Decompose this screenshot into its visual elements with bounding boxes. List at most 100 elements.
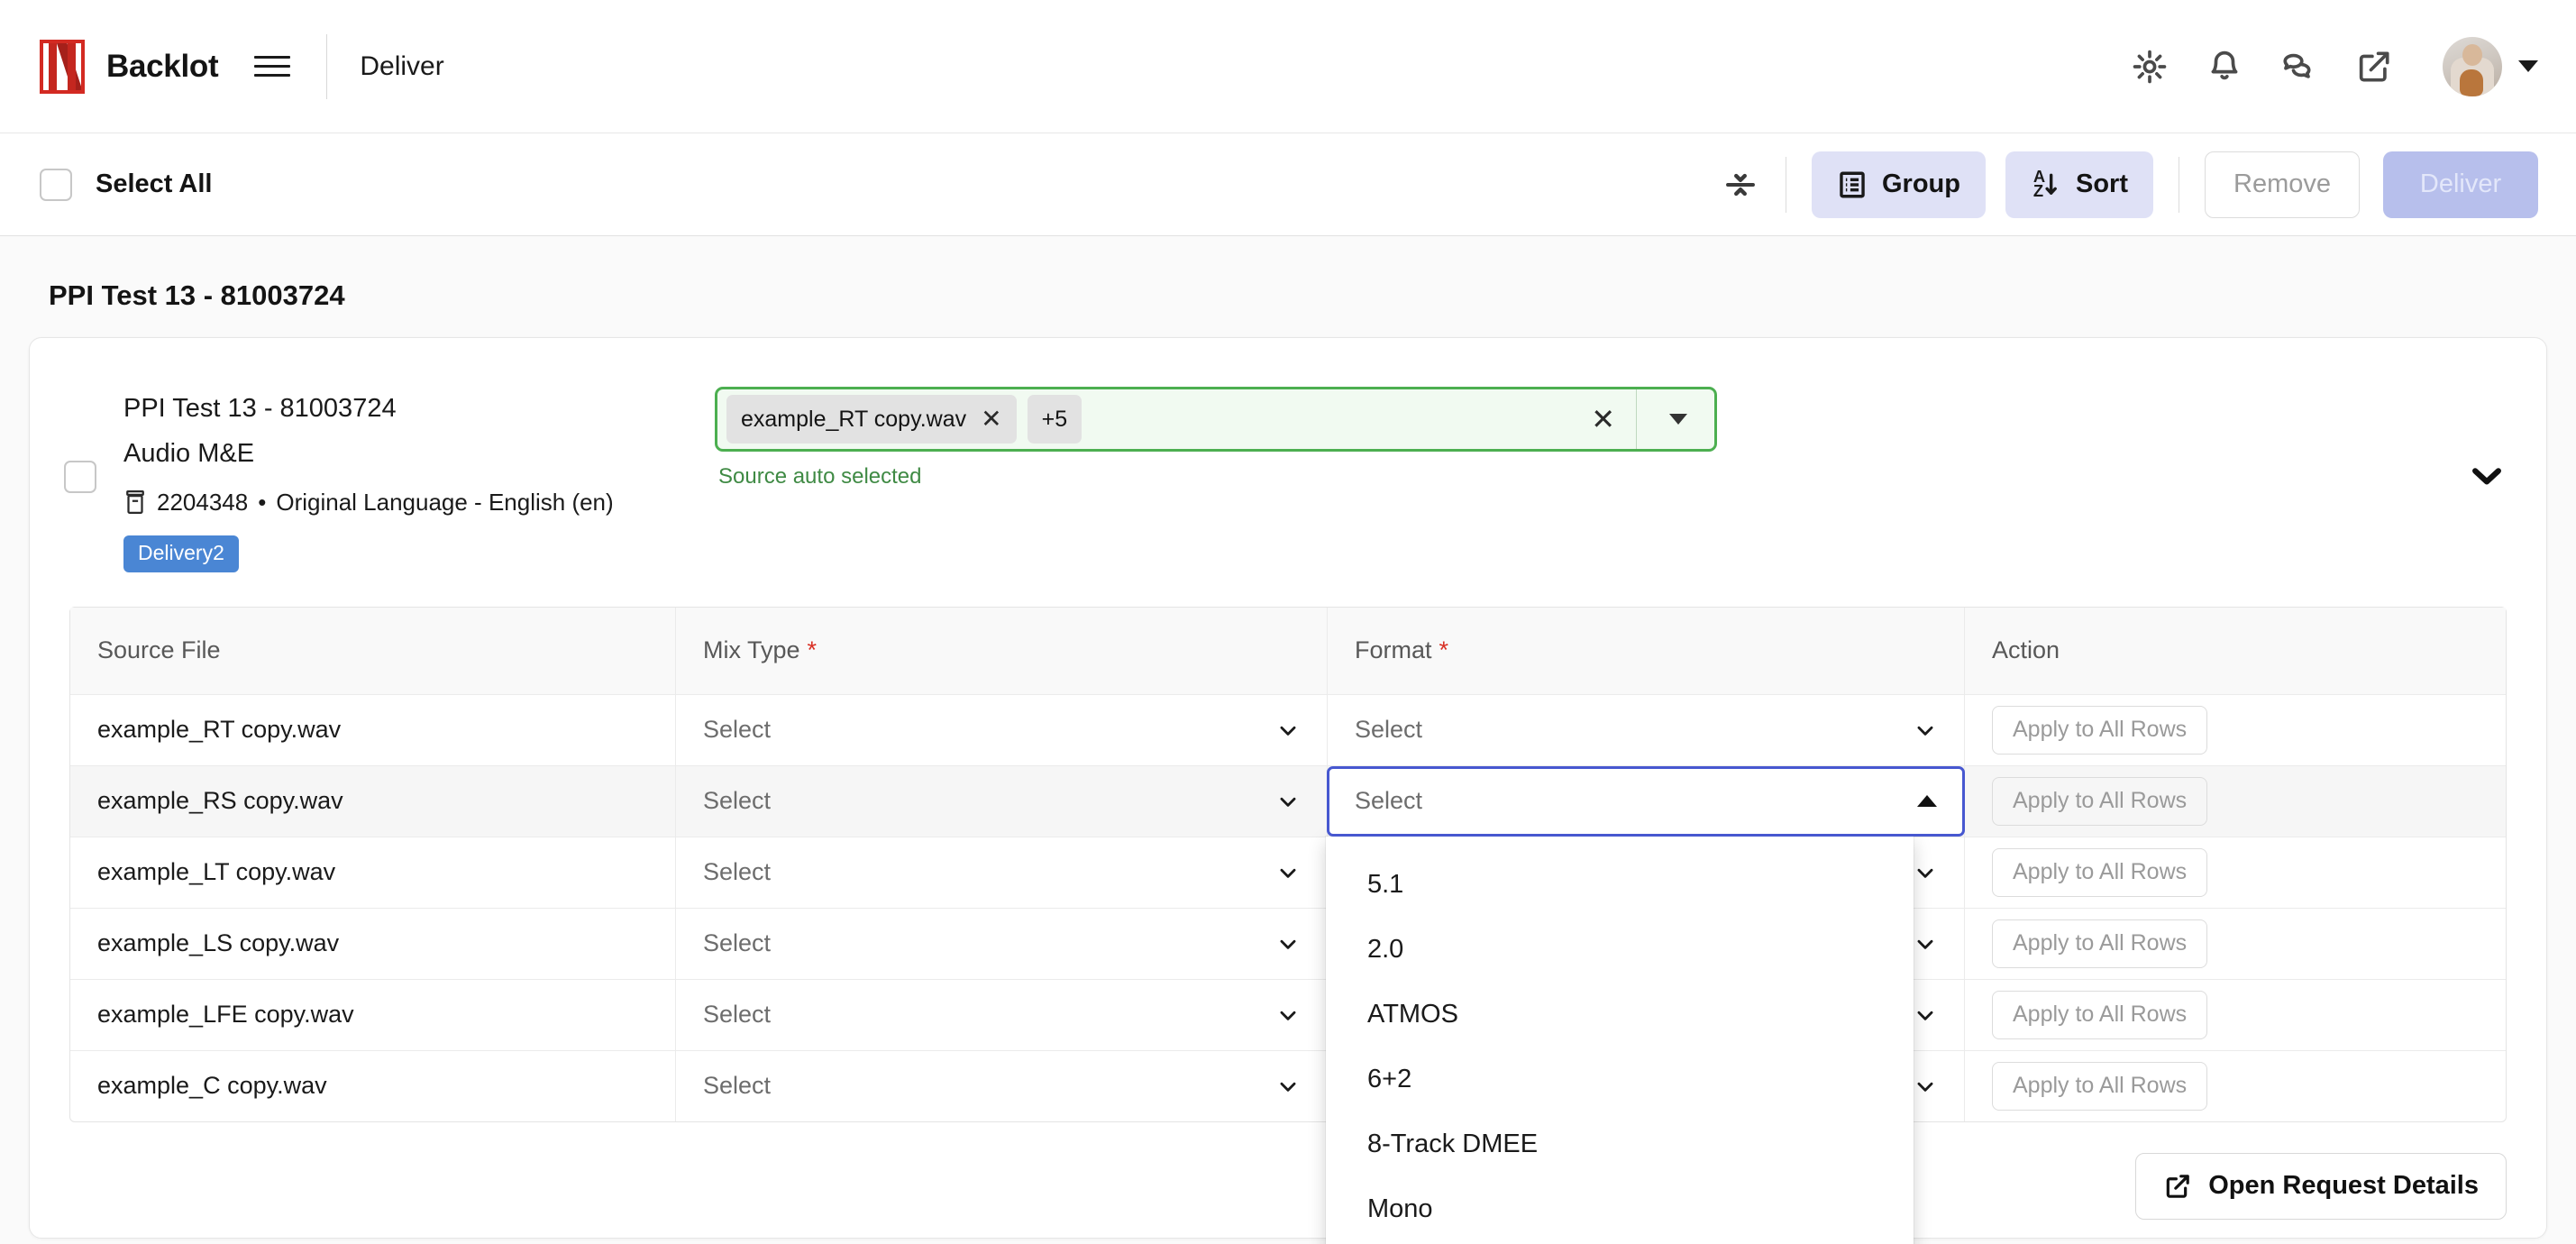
format-select-focused[interactable]: Select [1327, 765, 1965, 837]
mix-type-value: Select [703, 716, 772, 744]
cell-source-file: example_C copy.wav [70, 1050, 676, 1121]
caret-down-icon[interactable] [1669, 414, 1687, 425]
card-header: PPI Test 13 - 81003724 Audio M&E 2204348… [30, 338, 2546, 572]
sort-button-label: Sort [2076, 169, 2128, 198]
card-id-row: 2204348 • Original Language - English (e… [123, 482, 628, 522]
table-row: example_C copy.wav Select Select Apply t… [70, 1050, 2506, 1121]
main-content: PPI Test 13 - 81003724 PPI Test 13 - 810… [0, 236, 2576, 1244]
column-header-source-file: Source File [70, 607, 676, 694]
apply-to-all-rows-button[interactable]: Apply to All Rows [1992, 705, 2208, 755]
card-title: PPI Test 13 - 81003724 [123, 394, 397, 423]
apply-to-all-rows-button[interactable]: Apply to All Rows [1992, 847, 2208, 897]
avatar[interactable] [2443, 36, 2502, 96]
select-all-label: Select All [96, 169, 213, 198]
cell-action: Apply to All Rows [1965, 980, 2506, 1050]
format-option[interactable]: 5.1 [1326, 853, 1914, 918]
source-chip-overflow-label: +5 [1041, 406, 1068, 432]
card-subtitle: Audio M&E [123, 438, 255, 468]
card-language: Original Language - English (en) [276, 488, 614, 516]
remove-button[interactable]: Remove [2205, 151, 2360, 218]
cell-source-file: example_LS copy.wav [70, 908, 676, 979]
apply-to-all-rows-button[interactable]: Apply to All Rows [1992, 1061, 2208, 1111]
action-toolbar: Select All Group AZ Sort Remove Deliver [0, 133, 2576, 236]
source-files-table: Source File Mix Type * Format * Action e… [69, 606, 2507, 1244]
table-row: example_RT copy.wav Select Select Apply … [70, 694, 2506, 766]
select-all-checkbox[interactable] [40, 168, 72, 201]
format-option[interactable]: 6+2 [1326, 1047, 1914, 1112]
format-option[interactable]: 2.0 [1326, 918, 1914, 983]
format-option[interactable]: ATMOS [1326, 983, 1914, 1047]
cell-action: Apply to All Rows [1965, 766, 2506, 837]
group-button-label: Group [1882, 169, 1960, 198]
apply-to-all-rows-button[interactable]: Apply to All Rows [1992, 776, 2208, 826]
chevron-down-icon[interactable] [1276, 790, 1300, 813]
cell-mix-type[interactable]: Select [676, 908, 1328, 979]
delivery-item-card: PPI Test 13 - 81003724 Audio M&E 2204348… [29, 337, 2547, 1244]
apply-to-all-rows-button[interactable]: Apply to All Rows [1992, 990, 2208, 1039]
open-request-details-button[interactable]: Open Request Details [2135, 1152, 2507, 1220]
source-chip-overflow[interactable]: +5 [1027, 395, 1082, 444]
cell-action: Apply to All Rows [1965, 695, 2506, 765]
bell-icon[interactable] [2206, 48, 2243, 86]
chevron-down-icon[interactable] [1276, 1003, 1300, 1027]
card-expand-chevron-down-icon[interactable] [2467, 455, 2507, 495]
cell-format[interactable]: Select [1328, 694, 1965, 765]
source-select-wrapper: example_RT copy.wav ✕ +5 ✕ Source auto s… [715, 387, 1717, 489]
brand-name: Backlot [106, 48, 219, 84]
apply-to-all-rows-button[interactable]: Apply to All Rows [1992, 919, 2208, 968]
chevron-down-icon[interactable] [1276, 1075, 1300, 1098]
caret-up-icon[interactable] [1917, 795, 1937, 808]
card-id-separator: • [258, 488, 267, 516]
group-title: PPI Test 13 - 81003724 [49, 279, 345, 311]
cell-format-open[interactable]: Select 5.1 2.0 ATMOS 6+2 8-Track DMEE Mo… [1326, 765, 1965, 1244]
card-metadata: PPI Test 13 - 81003724 Audio M&E 2204348… [123, 387, 628, 572]
archive-box-icon [126, 489, 144, 514]
format-option[interactable]: Mono [1326, 1177, 1914, 1242]
table-header-row: Source File Mix Type * Format * Action [70, 607, 2506, 695]
chevron-down-icon[interactable] [1914, 1003, 1937, 1027]
chevron-down-icon[interactable] [1276, 718, 1300, 742]
cell-source-file: example_RS copy.wav [70, 765, 676, 837]
gear-icon[interactable] [2131, 48, 2169, 86]
chevron-down-icon[interactable] [1276, 861, 1300, 884]
cell-action: Apply to All Rows [1965, 1051, 2506, 1121]
page-tab-deliver[interactable]: Deliver [360, 51, 443, 82]
table-row: example_RS copy.wav Select Select 5.1 2.… [70, 765, 2506, 1244]
brand[interactable]: Backlot [40, 39, 219, 94]
card-id-number: 2204348 [157, 488, 249, 516]
chevron-down-icon[interactable] [1276, 932, 1300, 956]
cell-mix-type[interactable]: Select [676, 837, 1328, 908]
mix-type-value: Select [703, 1001, 772, 1029]
card-select-checkbox[interactable] [64, 461, 96, 493]
close-icon[interactable]: ✕ [981, 407, 1001, 432]
user-menu[interactable] [2443, 36, 2538, 96]
column-header-label: Action [1992, 636, 2060, 664]
chevron-down-icon[interactable] [1914, 1075, 1937, 1098]
deliver-button[interactable]: Deliver [2383, 151, 2538, 218]
cell-source-file: example_RT copy.wav [70, 694, 676, 765]
chevron-down-icon[interactable] [1914, 861, 1937, 884]
cell-mix-type[interactable]: Select [676, 765, 1328, 837]
external-link-icon[interactable] [2355, 48, 2393, 86]
cell-mix-type[interactable]: Select [676, 694, 1328, 765]
source-helper-text: Source auto selected [718, 464, 922, 489]
card-footer: Open Request Details [30, 1122, 2546, 1220]
source-chip-label: example_RT copy.wav [741, 406, 967, 432]
source-chip[interactable]: example_RT copy.wav ✕ [726, 395, 1017, 444]
group-button[interactable]: Group [1812, 151, 1986, 218]
chevron-down-icon[interactable] [1914, 718, 1937, 742]
sort-button[interactable]: AZ Sort [2005, 151, 2153, 218]
cell-mix-type[interactable]: Select [676, 979, 1328, 1050]
collapse-rows-icon[interactable] [1721, 165, 1760, 205]
chat-icon[interactable] [2280, 48, 2318, 86]
cell-mix-type[interactable]: Select [676, 1050, 1328, 1121]
format-option[interactable]: 8-Track DMEE [1326, 1112, 1914, 1177]
chevron-down-icon[interactable] [2518, 60, 2538, 72]
source-multiselect[interactable]: example_RT copy.wav ✕ +5 ✕ [715, 387, 1717, 452]
open-request-details-label: Open Request Details [2208, 1171, 2479, 1201]
nav-divider [326, 33, 328, 99]
hamburger-menu-icon[interactable] [254, 49, 291, 85]
sort-az-icon: AZ [2033, 169, 2057, 199]
clear-all-icon[interactable]: ✕ [1591, 402, 1615, 436]
chevron-down-icon[interactable] [1914, 932, 1937, 956]
